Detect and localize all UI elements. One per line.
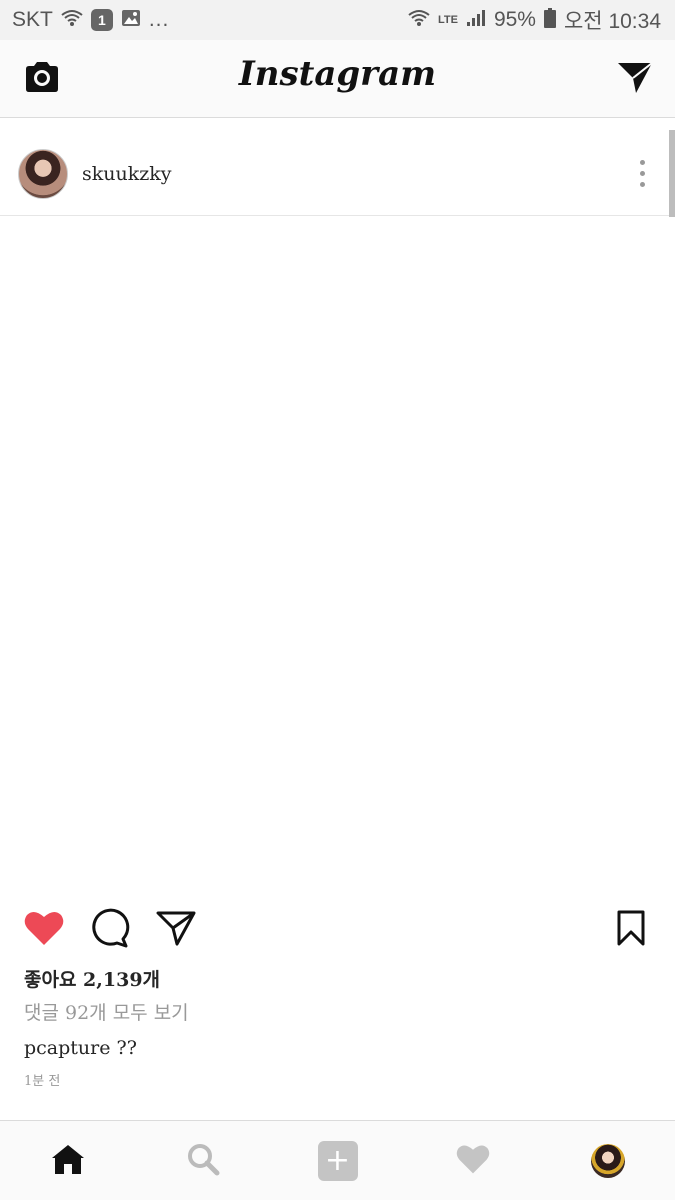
status-right: LTE 95% 오전 10:34 xyxy=(408,5,661,35)
nav-profile[interactable] xyxy=(578,1131,638,1191)
nav-home[interactable] xyxy=(38,1131,98,1191)
post-actions xyxy=(0,905,675,955)
post-timestamp: 1분 전 xyxy=(24,1074,61,1089)
home-icon xyxy=(50,1143,86,1179)
dot-icon xyxy=(639,160,645,165)
camera-button[interactable] xyxy=(20,57,64,101)
dot-icon xyxy=(639,171,645,176)
like-button[interactable] xyxy=(22,908,66,952)
post-caption: pcapture ?? xyxy=(24,1037,137,1059)
status-left: SKT 1 ... xyxy=(12,8,169,32)
instagram-logo: Instagram xyxy=(238,54,437,94)
comment-button[interactable] xyxy=(88,908,132,952)
heart-filled-icon xyxy=(23,909,65,951)
post-options-button[interactable] xyxy=(627,154,657,194)
view-all-comments-link[interactable]: 댓글 92개 모두 보기 xyxy=(24,998,189,1025)
clock-label: 오전 10:34 xyxy=(563,10,661,33)
save-button[interactable] xyxy=(609,908,653,952)
battery-label: 95% xyxy=(493,8,536,31)
comment-icon xyxy=(90,908,130,952)
dot-icon xyxy=(639,182,645,187)
nav-search[interactable] xyxy=(173,1131,233,1191)
activity-heart-icon xyxy=(455,1143,491,1179)
likes-count[interactable]: 좋아요 2,139개 xyxy=(24,965,160,992)
search-icon xyxy=(186,1142,220,1180)
notification-badge: 1 xyxy=(90,9,113,31)
add-post-icon: + xyxy=(317,1140,358,1181)
user-avatar[interactable] xyxy=(18,148,68,199)
app-header: Instagram xyxy=(0,40,675,118)
carrier-label: SKT xyxy=(12,8,53,31)
post-header: skuukzky xyxy=(0,132,675,216)
nav-activity[interactable] xyxy=(443,1131,503,1191)
username-link[interactable]: skuukzky xyxy=(82,163,172,185)
wifi-icon xyxy=(61,8,83,32)
camera-icon xyxy=(23,60,61,98)
profile-avatar xyxy=(590,1143,625,1178)
share-button[interactable] xyxy=(154,908,198,952)
direct-message-icon xyxy=(616,59,654,99)
nav-add[interactable]: + xyxy=(308,1131,368,1191)
battery-icon xyxy=(543,7,556,33)
wifi-calling-icon xyxy=(408,8,430,32)
send-icon xyxy=(156,909,196,951)
network-label: LTE xyxy=(437,14,458,26)
gallery-icon xyxy=(121,8,141,32)
post-image[interactable] xyxy=(0,217,675,895)
status-bar: SKT 1 ... LTE 95% 오전 10:34 xyxy=(0,0,675,40)
signal-icon xyxy=(466,8,486,32)
bottom-nav: + xyxy=(0,1120,675,1200)
direct-message-button[interactable] xyxy=(613,57,657,101)
bookmark-icon xyxy=(616,910,646,950)
status-more-label: ... xyxy=(148,8,170,31)
